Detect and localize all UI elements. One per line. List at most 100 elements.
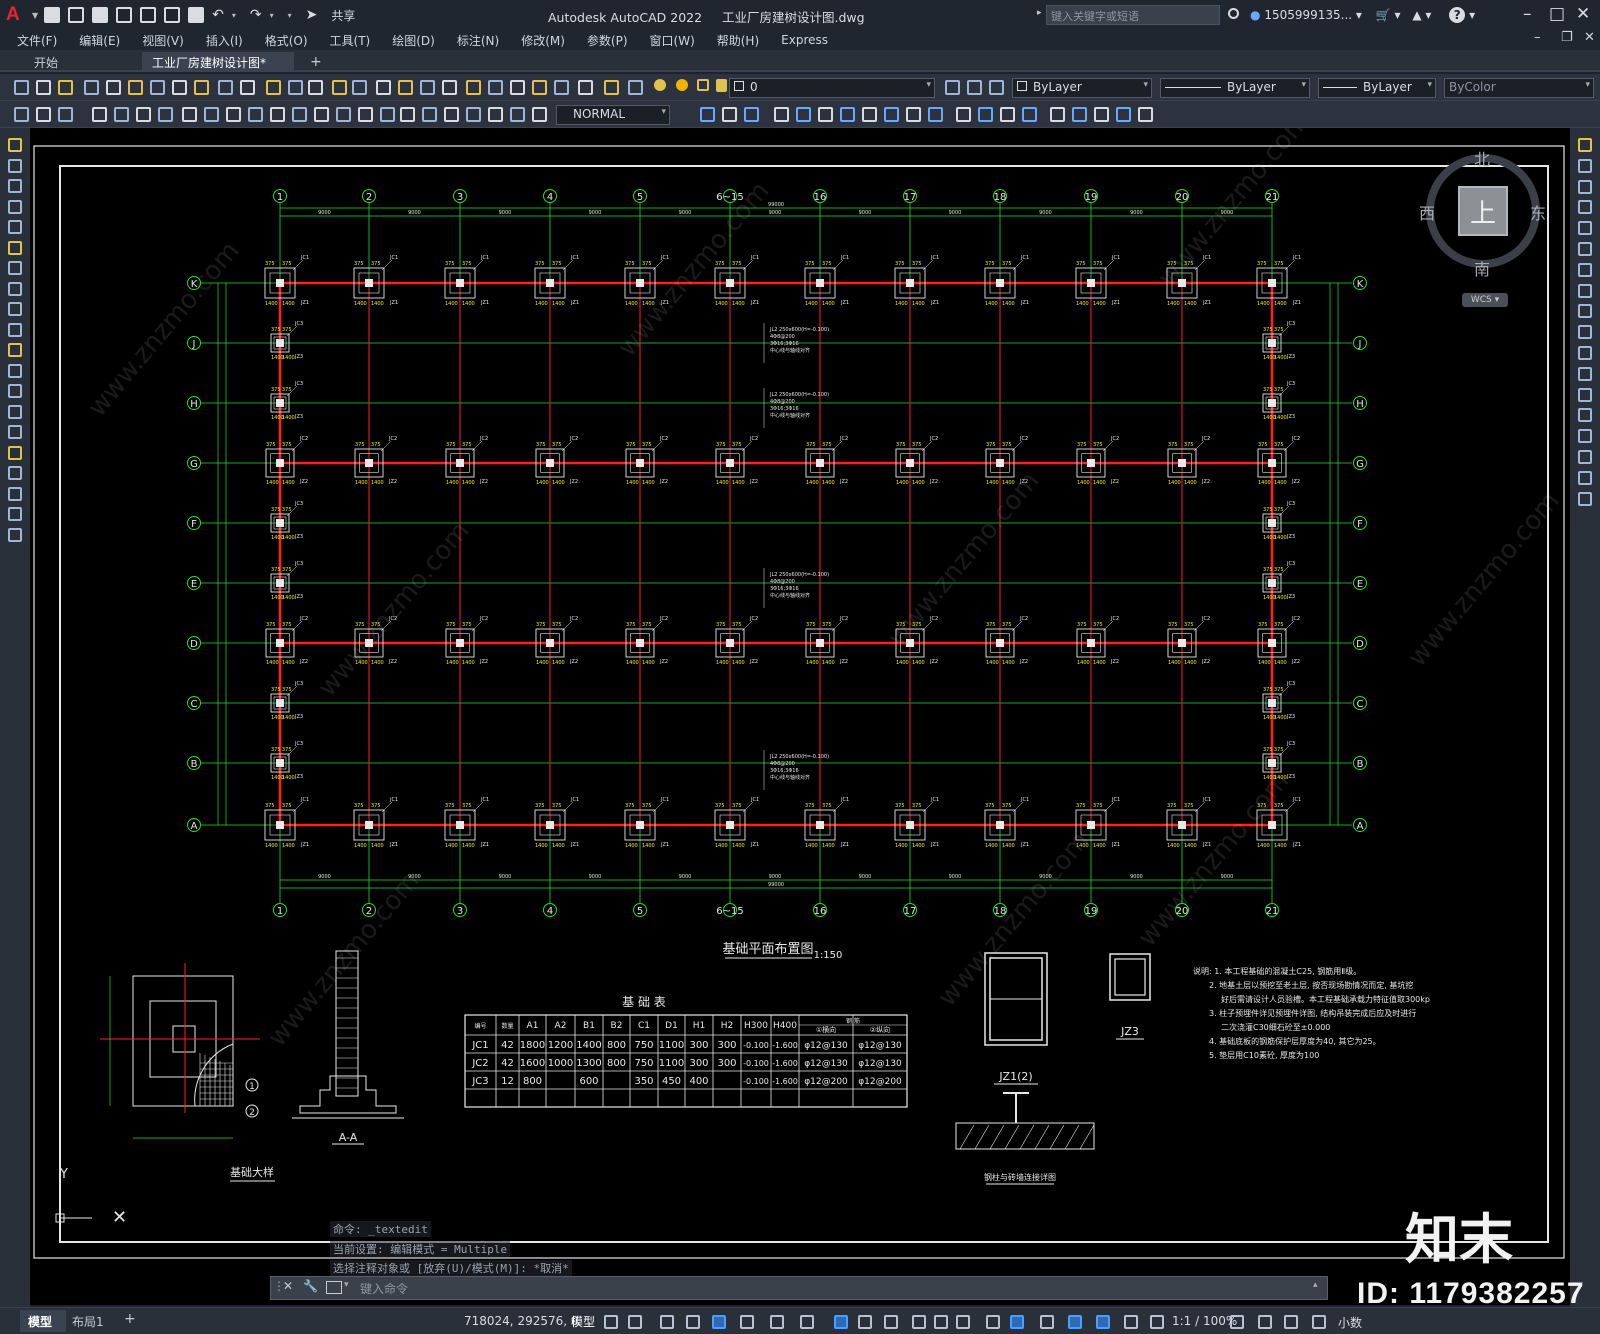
annotation-scale[interactable]: 1:1 / 100% [1172,1314,1237,1328]
ucs-object-icon[interactable] [862,107,877,122]
spline-icon[interactable] [8,302,22,316]
ucs-icon[interactable] [774,107,789,122]
render-icon[interactable] [956,107,971,122]
point-icon[interactable] [8,404,22,419]
linetype-dropdown[interactable]: ByLayer ▾ [1160,78,1310,98]
sheet-set-icon[interactable] [442,80,457,95]
layer-manager-icon[interactable] [628,80,643,95]
line-icon[interactable] [8,138,22,152]
layer-state-icon[interactable] [554,80,569,95]
a360-icon[interactable]: ▲ [1412,8,1421,22]
paste-icon[interactable] [194,80,209,95]
drawing-canvas[interactable]: 1 1 2 2 3 3 4 4 5 5 6~15 6~15 16 16 17 17 18 18 19 19 20 20 21… [30,106,1570,1305]
menu-view[interactable]: 视图(V) [142,32,184,49]
plot-icon[interactable] [84,80,99,95]
undo-caret-icon[interactable]: ▾ [232,11,236,20]
stretch-icon[interactable] [1578,304,1592,319]
dim-text-edit-icon[interactable] [422,107,437,122]
add-layout-icon[interactable]: + [124,1311,136,1327]
erase-icon[interactable] [1578,138,1592,152]
viewcube-north[interactable]: 北 [1474,146,1490,170]
menu-insert[interactable]: 插入(I) [206,32,243,49]
layer-lock-icon[interactable] [716,79,727,92]
menu-window[interactable]: 窗口(W) [650,32,695,49]
ucs-view-icon[interactable] [884,107,899,122]
print-icon[interactable] [188,7,205,23]
array-icon[interactable] [1578,221,1592,236]
continue-icon[interactable] [248,107,263,122]
customize-qat-icon[interactable]: ▾ [288,11,292,20]
redo-caret-icon[interactable]: ▾ [270,11,274,20]
hatch-icon[interactable] [8,425,22,439]
make-current-icon[interactable] [967,80,982,95]
recent-commands-icon[interactable] [326,1281,342,1294]
layer-properties-icon[interactable] [945,80,960,95]
quick-dim-icon[interactable] [204,107,219,122]
auto-scale-icon[interactable] [1068,1315,1082,1329]
design-center-icon[interactable] [398,80,413,95]
menu-file[interactable]: 文件(F) [17,32,57,49]
modeling-sphere-icon[interactable] [1072,107,1087,122]
annotation-scale-icon[interactable] [1096,1315,1110,1329]
model-space-toggle[interactable]: 模型 [571,1313,595,1330]
radius-icon[interactable] [114,107,129,122]
ellipse-arc-icon[interactable] [8,343,22,357]
autocad-logo-icon[interactable]: A [6,4,32,26]
jogged-linear-icon[interactable] [380,107,395,122]
close-icon[interactable]: ✕ [1576,2,1590,26]
command-close-icon[interactable]: ✕ [283,1279,293,1293]
dim-edit-icon[interactable] [400,107,415,122]
open-file-icon[interactable] [68,7,85,23]
ucs-zaxis-icon[interactable] [928,107,943,122]
object-snap-tracking-icon[interactable] [800,1315,814,1329]
maximize-icon[interactable]: □ [1549,2,1565,26]
drawing-svg[interactable]: 11223344556~156~151616171718181919202021… [30,106,1570,1305]
preview-icon[interactable] [106,80,121,95]
units-icon[interactable] [1284,1315,1298,1329]
dim-override-icon[interactable] [488,107,503,122]
rotate-icon[interactable] [1578,262,1592,277]
dim-style-icon[interactable] [466,107,481,122]
ucs-face-icon[interactable] [840,107,855,122]
quick-props-icon[interactable] [1312,1315,1326,1329]
union-icon[interactable] [1138,107,1153,122]
model-tab[interactable]: 模型 [28,1313,52,1330]
pan-icon[interactable] [288,80,303,95]
share-icon[interactable]: ➤ [306,7,318,23]
chevron-up-icon[interactable]: ▴ [1313,1280,1318,1290]
ucs-world-icon[interactable] [796,107,811,122]
grid-icon[interactable] [604,1315,618,1329]
layer-dropdown[interactable]: 0 ▾ [729,78,935,98]
attribute-icon[interactable] [604,80,619,95]
units-display[interactable]: 小数 [1338,1314,1362,1331]
3d-osnap-icon[interactable] [934,1315,948,1329]
material-icon[interactable] [1000,107,1015,122]
baseline-icon[interactable] [226,107,241,122]
jogged-icon[interactable] [136,107,151,122]
wcs-menu[interactable]: WCS ▾ [1462,293,1508,307]
chevron-down-icon[interactable]: ▾ [344,1280,349,1290]
modeling-box-icon[interactable] [1050,107,1065,122]
dim-reassoc-icon[interactable] [510,107,525,122]
viewcube-south[interactable]: 南 [1474,256,1490,280]
app-menu-caret-icon[interactable]: ▼ [32,11,38,20]
redo-icon[interactable] [266,80,281,95]
menu-edit[interactable]: 编辑(E) [79,32,120,49]
undo-icon[interactable]: ↶ [212,7,224,23]
transparency-icon[interactable] [884,1315,898,1329]
multiline-text-icon[interactable] [8,507,22,521]
isodraft-icon[interactable] [770,1315,784,1329]
new-icon[interactable] [14,80,29,95]
insert-block-icon[interactable] [8,363,22,378]
search-input[interactable]: 键入关键字或短语 [1046,5,1220,25]
text-style-dropdown[interactable]: NORMAL ▾ [556,105,670,125]
export-icon[interactable] [164,7,181,23]
doc-close-icon[interactable]: ✕ [1584,30,1595,45]
command-customize-icon[interactable]: 🔧 [303,1279,318,1293]
quick-calc-icon[interactable] [488,80,503,95]
save-icon[interactable] [92,7,109,23]
coordinate-readout[interactable]: 718024, 292576, 0 [464,1314,579,1328]
menu-help[interactable]: 帮助(H) [717,32,759,49]
extend-icon[interactable] [1578,346,1592,360]
search-icon[interactable] [1228,8,1239,19]
